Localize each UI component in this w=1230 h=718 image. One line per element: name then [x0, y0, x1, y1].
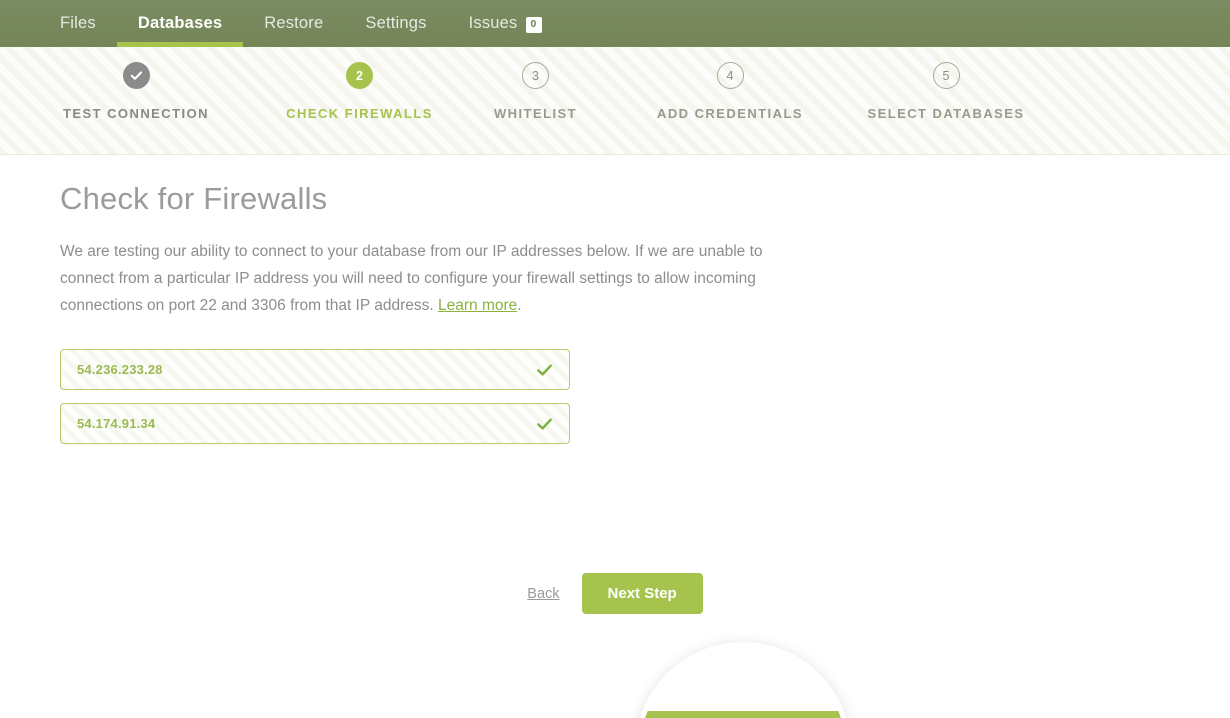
- description-text: We are testing our ability to connect to…: [60, 243, 763, 314]
- ip-address-value: 54.174.91.34: [77, 416, 156, 431]
- ip-address-value: 54.236.233.28: [77, 362, 163, 377]
- top-navigation-bar: Files Databases Restore Settings Issues …: [0, 0, 1230, 47]
- description-text-end: .: [517, 297, 522, 314]
- wizard-stepper: TEST CONNECTION 2 CHECK FIREWALLS 3 WHIT…: [0, 47, 1230, 155]
- step-number-badge: 3: [522, 62, 549, 89]
- step-status-check-icon: [122, 62, 150, 89]
- nav-item-label: Files: [60, 14, 96, 32]
- step-number-badge: 5: [932, 62, 960, 89]
- page-description: We are testing our ability to connect to…: [60, 238, 800, 319]
- ip-status-check-icon: [537, 418, 552, 430]
- stepper-step-label: ADD CREDENTIALS: [657, 106, 803, 121]
- magnifier-overlay: Next Step: [635, 642, 851, 718]
- wizard-actions: Back Next Step: [0, 573, 1230, 614]
- nav-item-label: Databases: [137, 14, 223, 32]
- stepper-step-whitelist[interactable]: 3 WHITELIST: [447, 62, 624, 121]
- step-number-badge: 2: [346, 62, 373, 89]
- stepper-step-add-credentials[interactable]: 4 ADD CREDENTIALS: [624, 62, 836, 121]
- ip-address-row: 54.236.233.28: [60, 349, 570, 390]
- back-link[interactable]: Back: [527, 586, 559, 602]
- magnified-next-step-button[interactable]: Next Step: [640, 711, 846, 718]
- nav-item-label: Issues: [468, 14, 518, 32]
- stepper-step-label: WHITELIST: [493, 106, 578, 121]
- learn-more-link[interactable]: Learn more: [438, 297, 517, 314]
- issues-count-badge: 0: [525, 16, 542, 33]
- stepper-step-label: TEST CONNECTION: [63, 106, 209, 121]
- nav-item-label: Settings: [365, 14, 427, 32]
- stepper-steps-row: TEST CONNECTION 2 CHECK FIREWALLS 3 WHIT…: [0, 47, 1230, 154]
- page-title: Check for Firewalls: [60, 181, 328, 216]
- ip-status-check-icon: [537, 364, 552, 376]
- stepper-step-label: SELECT DATABASES: [867, 106, 1025, 121]
- next-step-button[interactable]: Next Step: [581, 573, 703, 614]
- nav-item-restore[interactable]: Restore: [243, 0, 344, 47]
- ip-address-row: 54.174.91.34: [60, 403, 570, 444]
- nav-item-settings[interactable]: Settings: [344, 0, 447, 47]
- stepper-step-check-firewalls[interactable]: 2 CHECK FIREWALLS: [272, 62, 447, 121]
- nav-item-files[interactable]: Files: [39, 0, 117, 47]
- step-number-badge: 4: [716, 62, 744, 89]
- stepper-step-test-connection[interactable]: TEST CONNECTION: [0, 62, 272, 121]
- nav-item-label: Restore: [264, 14, 324, 32]
- main-content: Check for Firewalls We are testing our a…: [0, 155, 1230, 718]
- stepper-step-label: CHECK FIREWALLS: [286, 106, 433, 121]
- nav-item-databases[interactable]: Databases: [116, 0, 244, 47]
- stepper-step-select-databases[interactable]: 5 SELECT DATABASES: [836, 62, 1056, 121]
- nav-item-issues[interactable]: Issues 0: [448, 0, 563, 47]
